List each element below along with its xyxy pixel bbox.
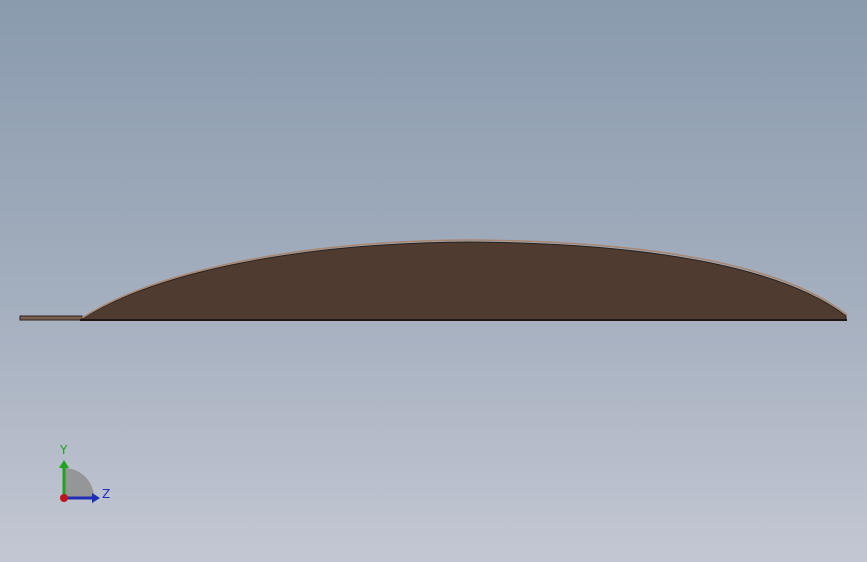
y-axis-label: Y <box>59 443 68 457</box>
z-axis-arrow <box>92 493 100 503</box>
graphics-viewport[interactable]: Y Z <box>0 0 867 562</box>
z-axis-label: Z <box>102 487 110 501</box>
triad-sector <box>64 468 94 498</box>
view-triad: Y Z <box>59 443 110 503</box>
part-model[interactable] <box>0 0 867 562</box>
y-axis-arrow <box>59 460 69 468</box>
flange-strip <box>19 315 83 321</box>
dome-body <box>78 241 847 321</box>
x-axis-origin <box>60 494 68 502</box>
